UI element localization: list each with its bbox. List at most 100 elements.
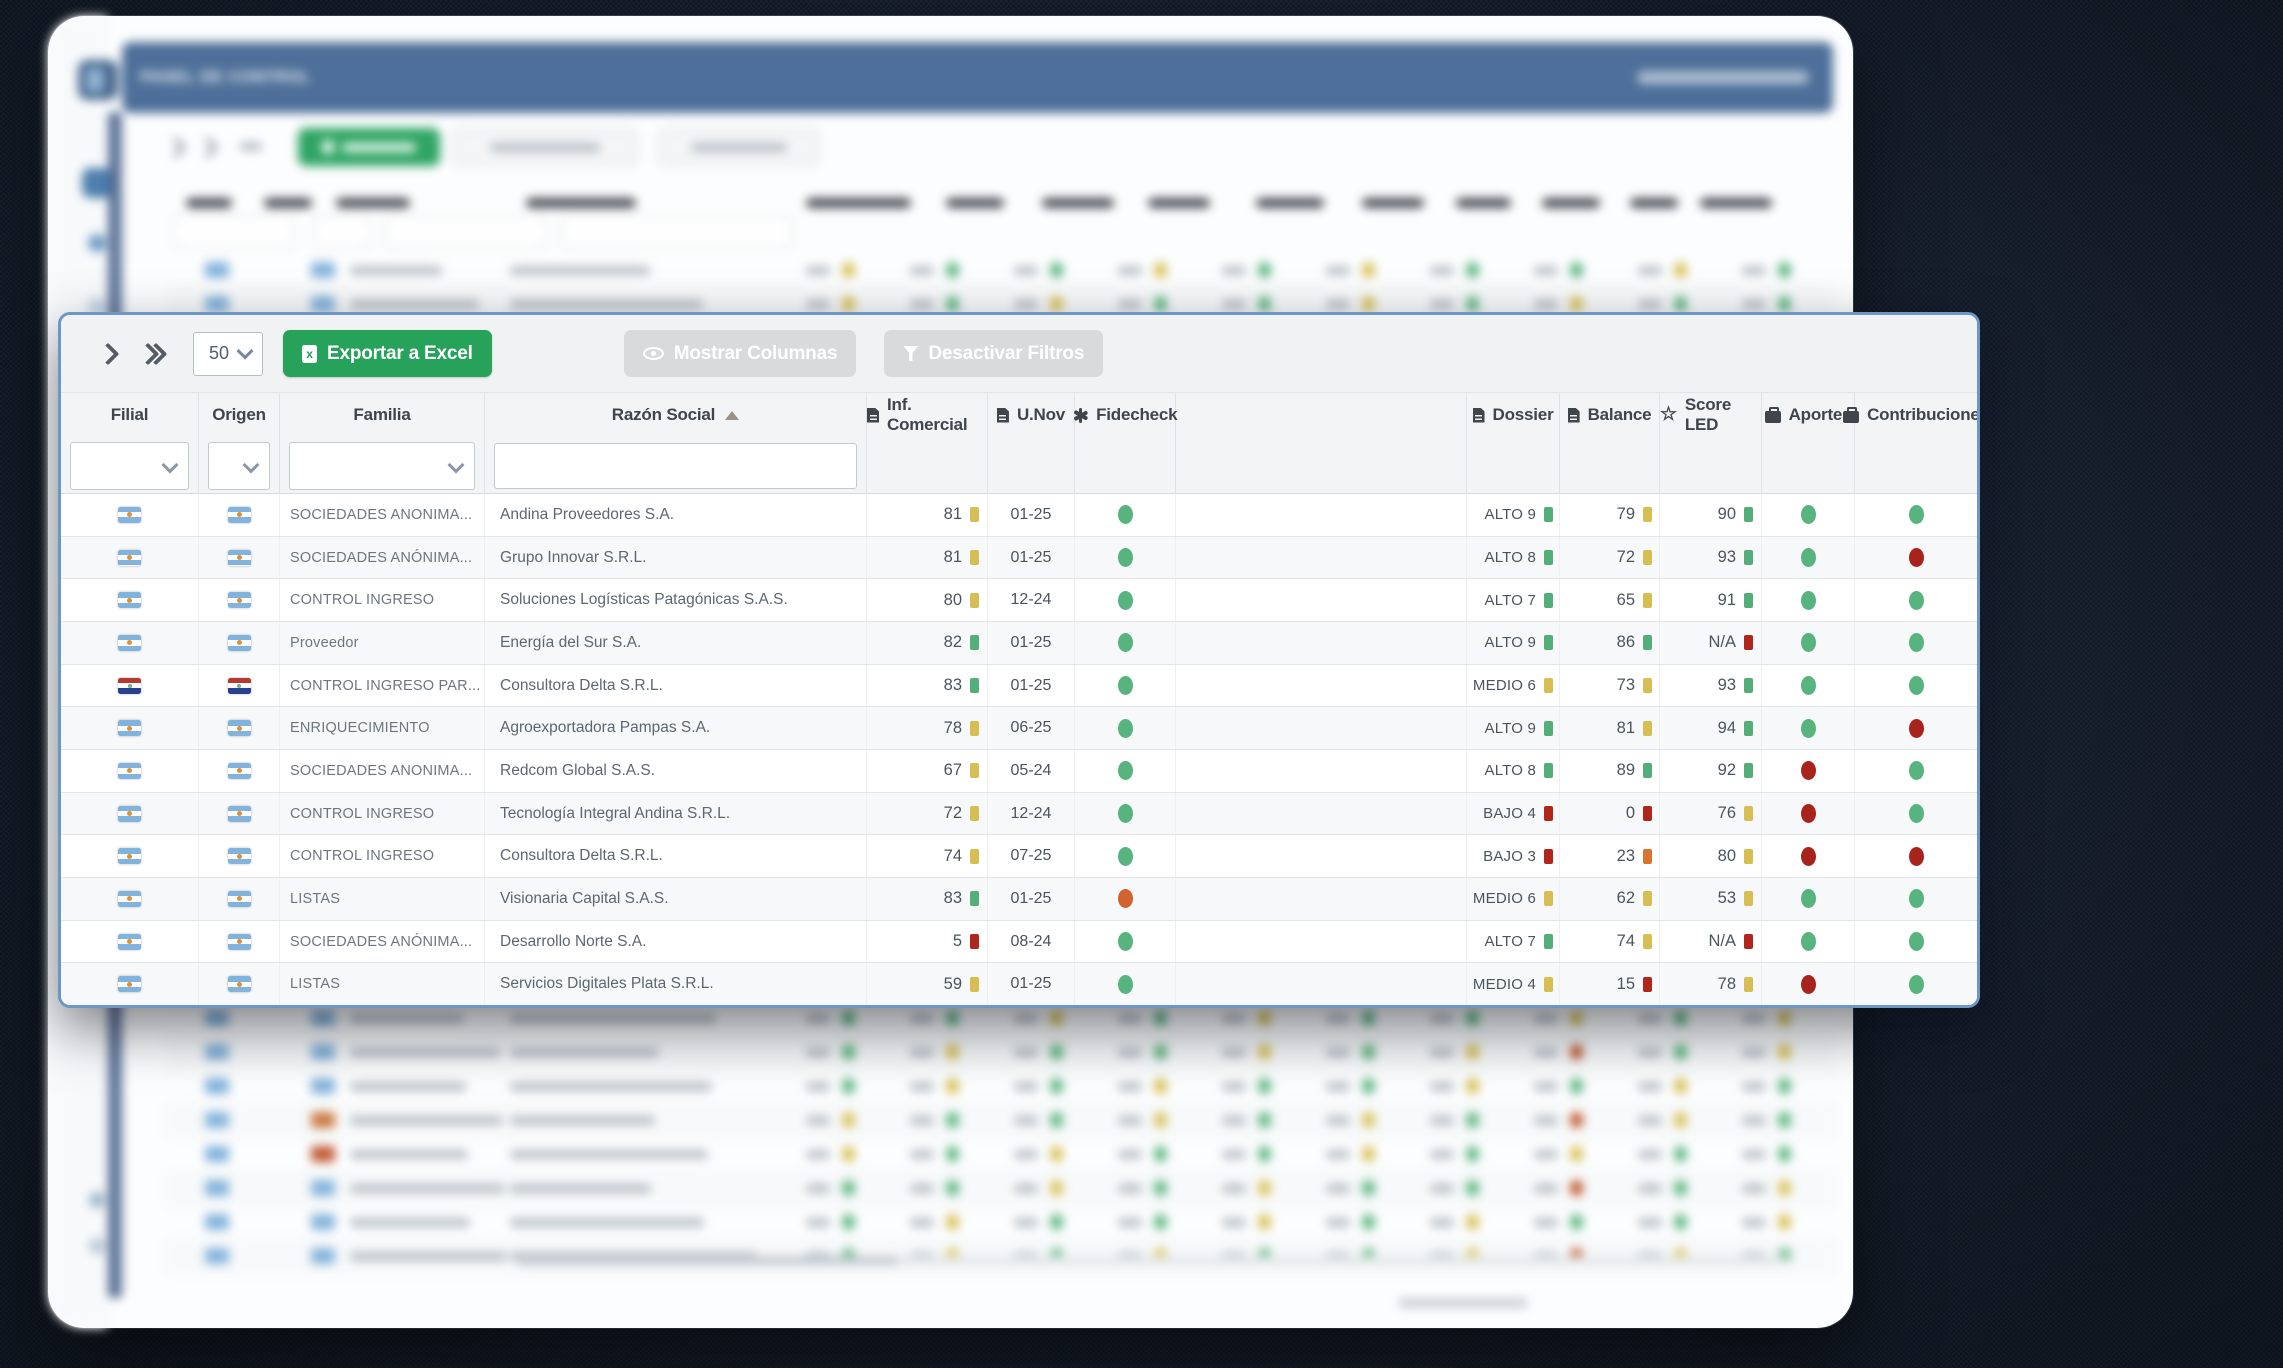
- background-text-blur: [510, 266, 650, 275]
- export-excel-button[interactable]: Exportar a Excel: [283, 330, 492, 377]
- filter-cell-dossier: [1467, 437, 1560, 495]
- background-status-dot: [1466, 1044, 1479, 1060]
- filter-select-origen[interactable]: [208, 442, 270, 490]
- aportes-status-dot-green: [1801, 591, 1816, 610]
- next-page-button[interactable]: [93, 337, 123, 371]
- background-status-dot: [1258, 1112, 1271, 1128]
- column-header-contribuciones[interactable]: Contribuciones: [1855, 393, 1977, 437]
- background-number-blur: [806, 266, 830, 275]
- column-header-score_led[interactable]: Score LED: [1660, 393, 1762, 437]
- cell-fidecheck: [1075, 750, 1176, 792]
- page-size-select[interactable]: 50: [193, 332, 263, 376]
- background-number-blur: [1118, 1014, 1142, 1023]
- show-columns-button[interactable]: Mostrar Columnas: [624, 330, 857, 377]
- last-page-button[interactable]: [131, 337, 173, 371]
- column-header-dossier[interactable]: Dossier: [1467, 393, 1560, 437]
- column-header-balance[interactable]: Balance: [1560, 393, 1660, 437]
- filter-cell-balance: [1560, 437, 1660, 495]
- table-row[interactable]: SOCIEDADES ANONIMA...Andina Proveedores …: [61, 494, 1977, 537]
- cell-value: 62: [1617, 889, 1635, 908]
- background-text-blur: [350, 1014, 464, 1023]
- background-text-blur: [510, 1116, 655, 1125]
- background-number-blur: [1430, 1082, 1454, 1091]
- cell-fidecheck: [1075, 835, 1176, 877]
- column-header-inf_comercial[interactable]: Inf. Comercial: [867, 393, 988, 437]
- indicator-square-red: [1544, 849, 1553, 864]
- cell-score_led: 94: [1660, 707, 1762, 749]
- cell-contribuciones: [1855, 707, 1977, 749]
- column-label: Filial: [111, 405, 149, 425]
- table-row[interactable]: ProveedorEnergía del Sur S.A.8201-25ALTO…: [61, 622, 1977, 665]
- background-number-blur: [1222, 1116, 1246, 1125]
- background-status-dot: [1570, 1112, 1583, 1128]
- table-row[interactable]: CONTROL INGRESOSoluciones Logísticas Pat…: [61, 579, 1977, 622]
- background-status-dot: [1362, 1044, 1375, 1060]
- briefcase-icon: [1765, 411, 1781, 423]
- table-row[interactable]: SOCIEDADES ANÓNIMA...Desarrollo Norte S.…: [61, 921, 1977, 964]
- cell-fidecheck: [1075, 963, 1176, 1005]
- indicator-square-green: [1544, 635, 1553, 650]
- background-status-dot: [1362, 262, 1375, 278]
- cell-dossier: ALTO 9: [1467, 622, 1560, 664]
- background-status-dot: [1154, 1112, 1167, 1128]
- fidecheck-status-dot-green: [1118, 804, 1133, 823]
- disable-filters-button[interactable]: Desactivar Filtros: [884, 330, 1103, 377]
- cell-fidecheck: [1075, 622, 1176, 664]
- cell-contribuciones: [1855, 665, 1977, 707]
- column-header-filial[interactable]: Filial: [61, 393, 199, 437]
- indicator-square-green: [1544, 721, 1553, 736]
- cell-balance: 0: [1560, 793, 1660, 835]
- table-row[interactable]: LISTASServicios Digitales Plata S.R.L.59…: [61, 963, 1977, 1005]
- column-header-u_nov[interactable]: U.Nov: [988, 393, 1075, 437]
- column-header-fidecheck[interactable]: Fidecheck: [1075, 393, 1176, 437]
- background-number-blur: [1326, 1184, 1350, 1193]
- cell-filial: [61, 537, 199, 579]
- contribuciones-status-dot-green: [1909, 889, 1924, 908]
- indicator-square-yellow: [1643, 550, 1652, 565]
- indicator-square-yellow: [1643, 721, 1652, 736]
- table-row[interactable]: SOCIEDADES ANONIMA...Redcom Global S.A.S…: [61, 750, 1977, 793]
- cell-origen: [199, 707, 280, 749]
- table-row[interactable]: ENRIQUECIMIENTOAgroexportadora Pampas S.…: [61, 707, 1977, 750]
- column-header-familia[interactable]: Familia: [280, 393, 485, 437]
- table-row[interactable]: CONTROL INGRESOConsultora Delta S.R.L.74…: [61, 835, 1977, 878]
- funnel-icon: [903, 346, 918, 361]
- table-row[interactable]: SOCIEDADES ANÓNIMA...Grupo Innovar S.R.L…: [61, 537, 1977, 580]
- background-status-dot: [1778, 1146, 1791, 1162]
- background-status-dot: [946, 262, 959, 278]
- column-header-origen[interactable]: Origen: [199, 393, 280, 437]
- background-status-dot: [946, 1180, 959, 1196]
- cell-inf_comercial: 5: [867, 921, 988, 963]
- cell-inf_comercial: 59: [867, 963, 988, 1005]
- cell-u_nov: 01-25: [988, 537, 1075, 579]
- contribuciones-status-dot-green: [1909, 676, 1924, 695]
- cell-dossier: ALTO 7: [1467, 579, 1560, 621]
- background-number-blur: [1638, 300, 1662, 309]
- background-flag: [205, 1044, 229, 1060]
- background-number-blur: [806, 1014, 830, 1023]
- cell-value: 78: [944, 719, 962, 738]
- background-status-dot: [1570, 296, 1583, 312]
- background-status-dot: [1778, 296, 1791, 312]
- cell-dossier: MEDIO 6: [1467, 878, 1560, 920]
- cell-u_nov: 05-24: [988, 750, 1075, 792]
- column-header-razon_social[interactable]: Razón Social: [485, 393, 867, 437]
- indicator-square-yellow: [1643, 891, 1652, 906]
- table-row[interactable]: CONTROL INGRESOTecnología Integral Andin…: [61, 793, 1977, 836]
- column-label: Inf. Comercial: [887, 395, 987, 435]
- background-status-dot: [1674, 1214, 1687, 1230]
- table-row[interactable]: LISTASVisionaria Capital S.A.S.8301-25ME…: [61, 878, 1977, 921]
- filter-input-razon_social[interactable]: [494, 443, 857, 489]
- cell-razon_social: Servicios Digitales Plata S.R.L.: [485, 963, 867, 1005]
- table-row[interactable]: CONTROL INGRESO PAR...Consultora Delta S…: [61, 665, 1977, 708]
- contribuciones-status-dot-red: [1909, 719, 1924, 738]
- background-status-dot: [1674, 262, 1687, 278]
- column-header-aportes[interactable]: Aportes: [1762, 393, 1855, 437]
- cell-value: 59: [944, 975, 962, 994]
- flag-icon-argentina: [228, 720, 251, 736]
- cell-filial: [61, 750, 199, 792]
- filter-cell-contribuciones: [1855, 437, 1977, 495]
- filter-select-filial[interactable]: [70, 442, 189, 490]
- filter-select-familia[interactable]: [289, 442, 475, 490]
- cell-familia: SOCIEDADES ANONIMA...: [280, 494, 485, 536]
